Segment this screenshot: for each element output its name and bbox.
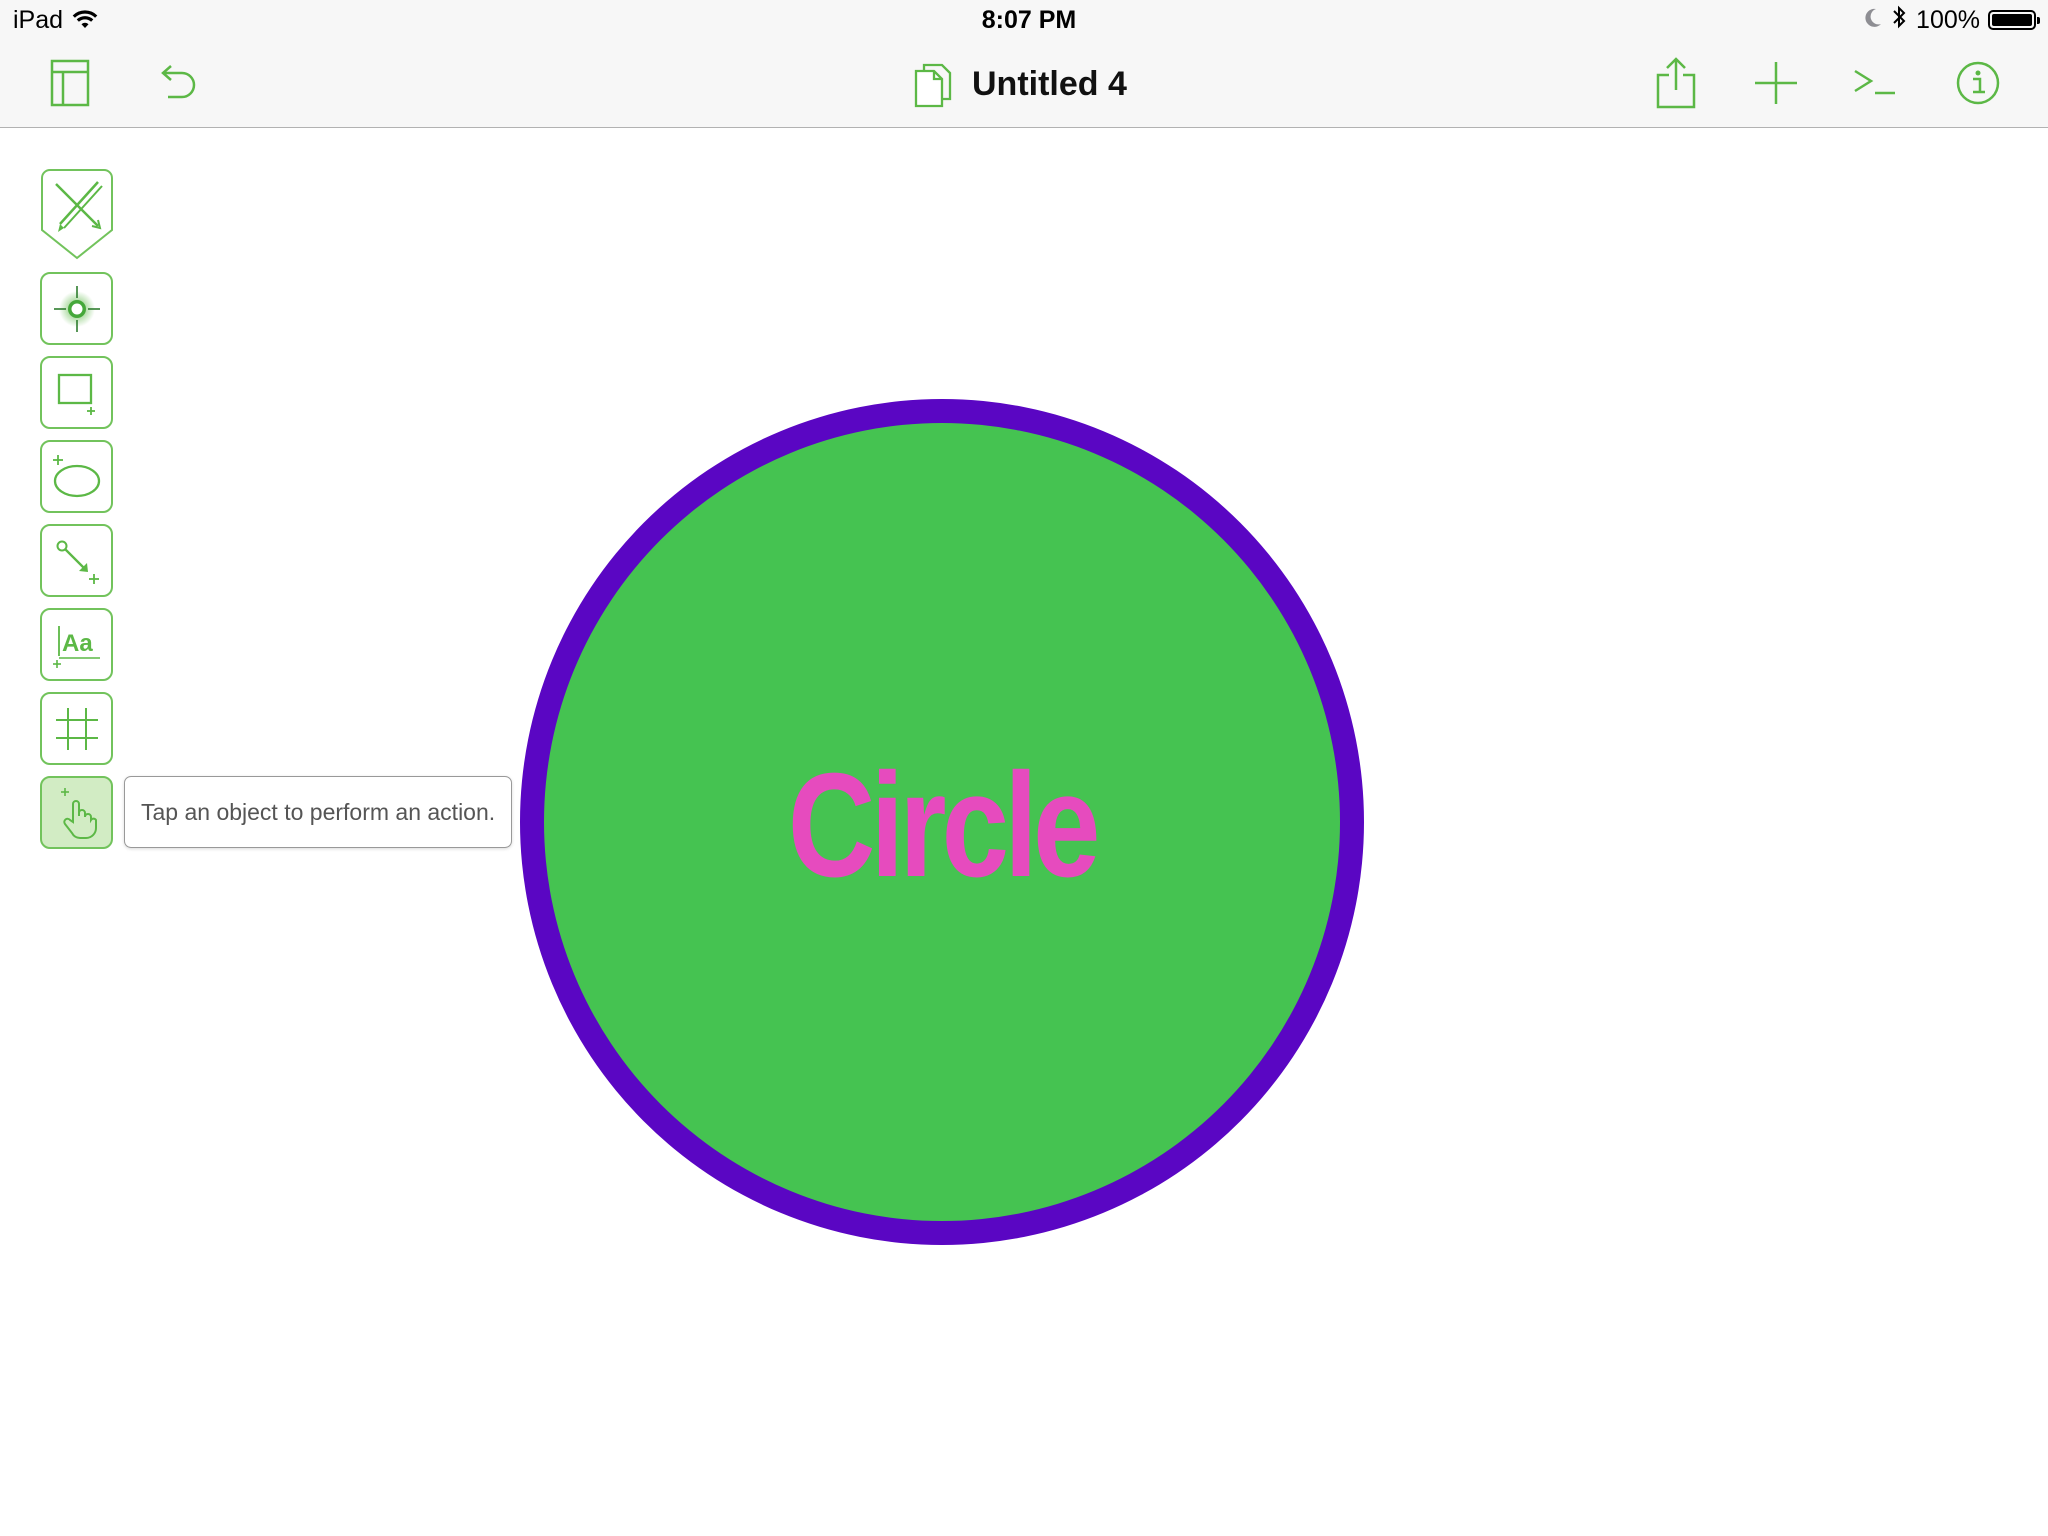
undo-button[interactable] [148, 55, 204, 111]
hand-pointer-icon [60, 787, 97, 839]
clock: 8:07 PM [981, 6, 1077, 34]
document-title-area[interactable]: Untitled 4 [912, 58, 1127, 110]
share-icon [1656, 57, 1696, 109]
battery-icon [1988, 10, 2040, 30]
info-icon [1956, 61, 2000, 105]
battery-percent: 100% [1916, 5, 1980, 34]
sidebar-icon [50, 59, 90, 107]
pencil-ruler-icon [41, 169, 113, 260]
diagram-tool[interactable] [40, 692, 113, 765]
style-tool[interactable] [40, 168, 114, 260]
plus-icon [1755, 62, 1797, 104]
rectangle-icon [57, 373, 95, 415]
text-tool[interactable]: Aa [40, 608, 113, 681]
inspector-button[interactable] [1950, 55, 2006, 111]
rectangle-tool[interactable] [40, 356, 113, 429]
console-icon [1854, 69, 1895, 95]
target-icon [53, 285, 100, 332]
text-aa-icon: Aa [52, 625, 100, 668]
share-button[interactable] [1648, 55, 1704, 111]
app-screen: iPad 8:07 PM 100% Untitled 4 Aa Tap an o… [0, 0, 2048, 1536]
crop-grid-icon [55, 707, 98, 750]
documents-icon [914, 63, 952, 108]
ellipse-icon [52, 454, 100, 497]
shape-tool[interactable] [40, 440, 113, 513]
navigation-toolbar: Untitled 4 [0, 40, 2048, 128]
action-tooltip: Tap an object to perform an action. [124, 776, 513, 848]
add-button[interactable] [1748, 55, 1804, 111]
bluetooth-icon [1892, 5, 1906, 36]
document-title: Untitled 4 [972, 64, 1127, 103]
line-tool[interactable] [40, 524, 113, 597]
selection-tool[interactable] [40, 272, 113, 345]
sidebar-button[interactable] [42, 55, 98, 111]
action-tool[interactable] [40, 776, 113, 849]
status-bar: iPad 8:07 PM 100% [0, 0, 2048, 40]
console-button[interactable] [1846, 55, 1902, 111]
circle-label: Circle [788, 743, 1101, 908]
circle-shape[interactable]: Circle [520, 399, 1364, 1245]
svg-text:Aa: Aa [62, 630, 93, 657]
status-right: 100% [1864, 5, 2040, 36]
do-not-disturb-icon [1864, 6, 1882, 35]
line-icon [56, 540, 99, 584]
undo-icon [161, 65, 196, 99]
